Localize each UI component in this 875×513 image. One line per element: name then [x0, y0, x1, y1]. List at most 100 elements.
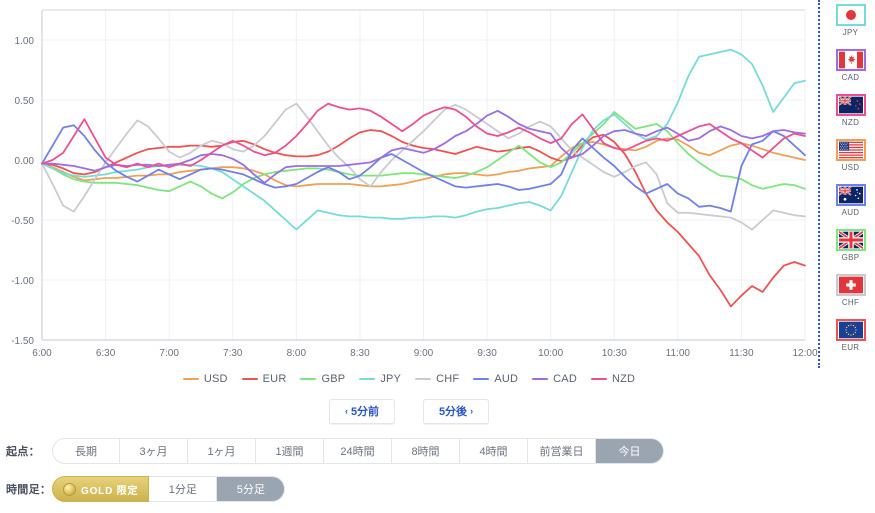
flag-item-gbp[interactable]: GBP — [831, 229, 871, 274]
legend-label: CHF — [436, 373, 460, 385]
legend-item-nzd[interactable]: NZD — [590, 373, 636, 385]
timeframe-row-label: 時間足： — [6, 484, 52, 496]
legend-label: EUR — [262, 373, 287, 385]
svg-text:7:00: 7:00 — [159, 348, 179, 359]
currency-strength-chart-page: 1.00 0.50 0.00 -0.50 -1.00 -1.50 6:00 6:30 7:00 7… — [0, 0, 875, 513]
prev-5min-label: 5分前 — [350, 406, 380, 418]
legend-label: USD — [203, 373, 228, 385]
period-option-1週間[interactable]: 1週間 — [256, 438, 324, 464]
svg-text:10:30: 10:30 — [602, 348, 627, 359]
legend-item-eur[interactable]: EUR — [241, 373, 287, 385]
svg-text:9:00: 9:00 — [414, 348, 434, 359]
flag-label: JPY — [842, 28, 859, 37]
segment-label: 24時間 — [340, 446, 375, 458]
svg-text:8:30: 8:30 — [350, 348, 370, 359]
segment-label: 1分足 — [168, 484, 197, 496]
legend-label: JPY — [380, 373, 402, 385]
period-segmented-control: 長期 3ヶ月 1ヶ月 1週間 24時間 8時間 4時間 前営業日 今日 — [52, 438, 664, 464]
flag-ch-icon — [835, 274, 866, 296]
period-option-今日[interactable]: 今日 — [596, 438, 664, 464]
segment-label: 今日 — [618, 446, 641, 458]
sidebar-divider — [818, 0, 820, 368]
segment-label: 長期 — [75, 446, 97, 458]
gold-coin-icon — [63, 482, 76, 496]
flag-item-cad[interactable]: CAD — [831, 49, 871, 94]
period-option-3ヶ月[interactable]: 3ヶ月 — [120, 438, 188, 464]
period-option-前営業日[interactable]: 前営業日 — [528, 438, 596, 464]
legend-item-gbp[interactable]: GBP — [300, 373, 345, 385]
legend-item-jpy[interactable]: JPY — [359, 373, 401, 385]
flag-item-eur[interactable]: EUR — [831, 319, 871, 364]
svg-text:8:00: 8:00 — [287, 348, 307, 359]
segment-label: 3ヶ月 — [139, 446, 168, 458]
flag-item-jpy[interactable]: JPY — [831, 4, 871, 49]
period-selector-row: 起点： 長期 3ヶ月 1ヶ月 1週間 24時間 8時間 4時間 前営業日 今日 — [0, 437, 664, 465]
timeframe-option-1分足[interactable]: 1分足 — [149, 476, 218, 502]
legend-swatch-icon — [532, 378, 549, 380]
flag-ca-icon — [835, 49, 866, 71]
flag-item-usd[interactable]: USD — [831, 139, 871, 184]
svg-text:6:30: 6:30 — [96, 348, 116, 359]
flag-label: CAD — [841, 73, 860, 82]
currency-flag-sidebar: JPY CAD NZD USD AUD GBP CHF EUR — [826, 4, 875, 368]
next-5min-button[interactable]: 5分後 › — [423, 398, 489, 424]
svg-text:-0.50: -0.50 — [11, 216, 34, 227]
timeframe-option-5分足[interactable]: 5分足 — [217, 476, 286, 502]
gold-limited-badge[interactable]: GOLD 限定 — [52, 476, 150, 502]
chart-nav-buttons: ‹ 5分前 5分後 › — [0, 396, 818, 426]
line-chart[interactable]: 1.00 0.50 0.00 -0.50 -1.00 -1.506:00 6:30 7:00 7… — [0, 0, 818, 392]
timeframe-selector-row: 時間足： GOLD 限定 1分足 5分足 — [0, 475, 286, 503]
svg-text:7:30: 7:30 — [223, 348, 243, 359]
gold-badge-label: GOLD 限定 — [81, 485, 139, 497]
svg-text:9:30: 9:30 — [477, 348, 497, 359]
svg-text:6:00: 6:00 — [32, 348, 52, 359]
chevron-left-icon: ‹ — [344, 406, 348, 416]
legend-item-chf[interactable]: CHF — [415, 373, 459, 385]
flag-eu-icon — [835, 319, 866, 341]
legend-swatch-icon — [300, 378, 317, 380]
flag-label: CHF — [841, 298, 860, 307]
period-option-24時間[interactable]: 24時間 — [324, 438, 392, 464]
legend-item-aud[interactable]: AUD — [473, 373, 518, 385]
flag-nz-icon — [835, 94, 866, 116]
legend-swatch-icon — [241, 378, 258, 380]
flag-label: AUD — [841, 208, 860, 217]
legend-swatch-icon — [473, 378, 490, 380]
legend-item-cad[interactable]: CAD — [532, 373, 577, 385]
segment-label: 1週間 — [275, 446, 304, 458]
legend-swatch-icon — [182, 378, 199, 380]
period-option-8時間[interactable]: 8時間 — [392, 438, 460, 464]
segment-label: 5分足 — [236, 484, 265, 496]
svg-text:-1.00: -1.00 — [11, 276, 34, 287]
segment-label: 8時間 — [411, 446, 440, 458]
next-5min-label: 5分後 — [438, 406, 468, 418]
period-option-1ヶ月[interactable]: 1ヶ月 — [188, 438, 256, 464]
legend-swatch-icon — [415, 378, 432, 380]
legend-label: NZD — [611, 373, 636, 385]
flag-item-chf[interactable]: CHF — [831, 274, 871, 319]
flag-item-nzd[interactable]: NZD — [831, 94, 871, 139]
chevron-right-icon: › — [470, 406, 474, 416]
flag-au-icon — [835, 184, 866, 206]
legend-swatch-icon — [590, 378, 607, 380]
svg-text:0.50: 0.50 — [15, 96, 35, 107]
flag-label: NZD — [841, 118, 860, 127]
flag-label: GBP — [841, 253, 860, 262]
chart-legend: USD EUR GBP JPY CHF AUD CAD NZD — [0, 368, 818, 390]
svg-text:-1.50: -1.50 — [11, 336, 34, 347]
svg-text:11:00: 11:00 — [666, 348, 691, 359]
period-option-4時間[interactable]: 4時間 — [460, 438, 528, 464]
period-option-長期[interactable]: 長期 — [52, 438, 120, 464]
legend-swatch-icon — [359, 378, 376, 380]
legend-label: CAD — [553, 373, 577, 385]
flag-label: USD — [841, 163, 860, 172]
legend-label: GBP — [321, 373, 346, 385]
svg-text:1.00: 1.00 — [15, 36, 35, 47]
svg-text:11:30: 11:30 — [729, 348, 754, 359]
flag-item-aud[interactable]: AUD — [831, 184, 871, 229]
legend-item-usd[interactable]: USD — [182, 373, 228, 385]
period-row-label: 起点： — [6, 446, 40, 458]
timeframe-segmented-control: GOLD 限定 1分足 5分足 — [52, 476, 286, 502]
prev-5min-button[interactable]: ‹ 5分前 — [329, 398, 395, 424]
svg-text:10:00: 10:00 — [538, 348, 563, 359]
